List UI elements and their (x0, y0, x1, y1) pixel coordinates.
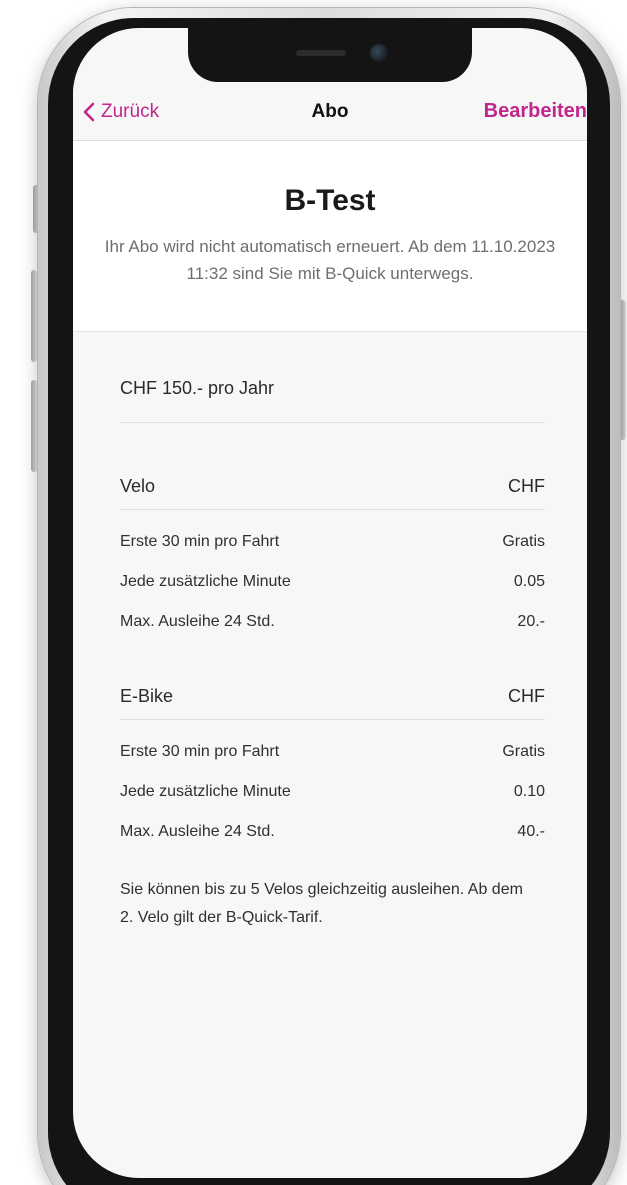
info-note: Sie können bis zu 5 Velos gleichzeitig a… (120, 881, 523, 926)
subscription-description: Ihr Abo wird nicht automatisch erneuert.… (104, 237, 556, 283)
tariff-value: 20.- (517, 613, 545, 630)
tariff-row: Erste 30 min pro Fahrt Gratis (120, 732, 545, 772)
tariff-label: Erste 30 min pro Fahrt (120, 533, 280, 550)
phone-mockup: Zurück Abo Bearbeiten B-Test Ihr Abo wir… (0, 0, 627, 1185)
volume-down-button (31, 380, 37, 472)
subscription-header: B-Test Ihr Abo wird nicht automatisch er… (73, 141, 587, 332)
tariff-section-velo: Velo CHF Erste 30 min pro Fahrt Gratis J… (120, 476, 545, 642)
tariff-value: Gratis (502, 743, 545, 760)
tariff-value: Gratis (502, 533, 545, 550)
section-header: E-Bike CHF (120, 686, 545, 720)
tariff-row: Jede zusätzliche Minute 0.05 (120, 562, 545, 602)
tariff-value: 40.- (517, 823, 545, 840)
section-currency: CHF (508, 476, 545, 496)
tariff-label: Jede zusätzliche Minute (120, 783, 291, 800)
subscription-title: B-Test (284, 184, 376, 217)
tariff-label: Erste 30 min pro Fahrt (120, 743, 280, 760)
navigation-bar: Zurück Abo Bearbeiten (73, 84, 587, 141)
section-currency: CHF (508, 686, 545, 706)
speaker-grille (296, 50, 346, 56)
tariff-rows: Erste 30 min pro Fahrt Gratis Jede zusät… (120, 510, 545, 642)
tariff-label: Jede zusätzliche Minute (120, 573, 291, 590)
section-name: E-Bike (120, 686, 174, 706)
section-header: Velo CHF (120, 476, 545, 510)
tariff-row: Jede zusätzliche Minute 0.10 (120, 772, 545, 812)
section-name: Velo (120, 476, 156, 496)
phone-screen: Zurück Abo Bearbeiten B-Test Ihr Abo wir… (73, 28, 587, 1178)
notch (188, 28, 472, 82)
tariff-value: 0.05 (513, 573, 545, 590)
price-text: CHF 150.- pro Jahr (120, 378, 275, 398)
volume-up-button (31, 270, 37, 362)
tariff-rows: Erste 30 min pro Fahrt Gratis Jede zusät… (120, 720, 545, 852)
front-camera-icon (370, 44, 388, 62)
tariff-section-ebike: E-Bike CHF Erste 30 min pro Fahrt Gratis… (120, 686, 545, 852)
tariff-value: 0.10 (513, 783, 545, 800)
price-line: CHF 150.- pro Jahr (120, 378, 545, 423)
tariff-row: Max. Ausleihe 24 Std. 40.- (120, 812, 545, 852)
edit-button[interactable]: Bearbeiten (484, 100, 587, 123)
tariff-row: Max. Ausleihe 24 Std. 20.- (120, 602, 545, 642)
power-button (620, 300, 626, 440)
tariff-row: Erste 30 min pro Fahrt Gratis (120, 522, 545, 562)
tariff-label: Max. Ausleihe 24 Std. (120, 823, 275, 840)
tariff-label: Max. Ausleihe 24 Std. (120, 613, 275, 630)
